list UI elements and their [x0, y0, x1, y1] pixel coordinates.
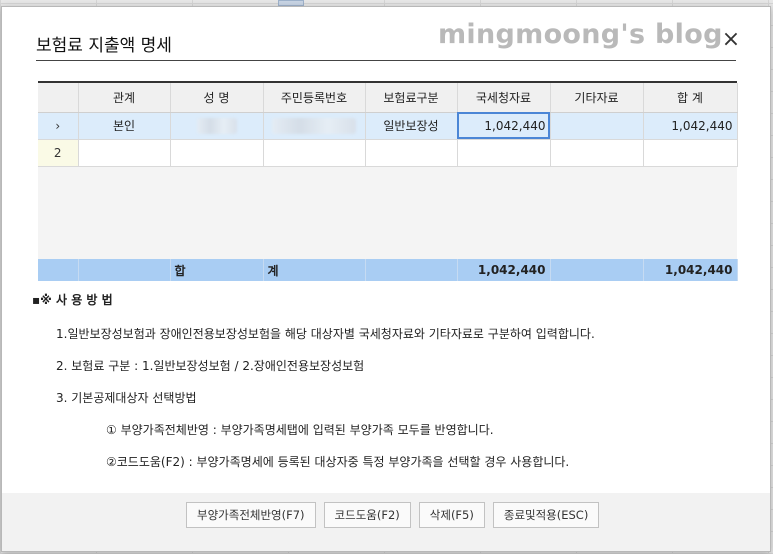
dialog-title: 보험료 지출액 명세	[36, 36, 172, 56]
totals-label-2: 계	[263, 259, 366, 281]
cell-relation[interactable]: 본인	[78, 112, 171, 140]
totals-spacer	[365, 259, 458, 281]
header-name[interactable]: 성 명	[170, 83, 264, 113]
delete-button[interactable]: 삭제(F5)	[418, 502, 485, 528]
header-id-number[interactable]: 주민등록번호	[263, 83, 366, 113]
notes-heading: ▪※ 사 용 방 법	[32, 293, 113, 307]
redacted-name	[196, 117, 237, 134]
code-help-button[interactable]: 코드도움(F2)	[323, 502, 411, 528]
row-number[interactable]: 2	[38, 139, 79, 167]
totals-spacer	[38, 259, 79, 281]
cell-other-data[interactable]	[550, 139, 644, 167]
totals-sum: 1,042,440	[643, 259, 738, 281]
table-row[interactable]: 2	[38, 139, 738, 167]
header-total[interactable]: 합 계	[643, 83, 738, 113]
header-relation[interactable]: 관계	[78, 83, 171, 113]
cell-total[interactable]	[643, 139, 738, 167]
redacted-id	[272, 117, 356, 134]
insurance-grid: 관계 성 명 주민등록번호 보험료구분 국세청자료 기타자료 합 계 › 본인 …	[38, 81, 738, 281]
cell-insurance-type[interactable]	[365, 139, 458, 167]
cell-nts-data[interactable]	[457, 139, 551, 167]
notes-line-4: ① 부양가족전체반영 : 부양가족명세탭에 입력된 부양가족 모두를 반영합니다…	[106, 423, 494, 437]
cell-relation[interactable]	[78, 139, 171, 167]
totals-row: 합 계 1,042,440 1,042,440	[38, 259, 738, 281]
watermark: mingmoong's blog	[438, 19, 723, 50]
notes-line-2: 2. 보험료 구분 : 1.일반보장성보험 / 2.장애인전용보장성보험	[56, 359, 365, 373]
notes-line-5: ②코드도움(F2) : 부양가족명세에 등록된 대상자중 특정 부양가족을 선택…	[106, 455, 570, 469]
cell-insurance-type[interactable]: 일반보장성	[365, 112, 458, 140]
cell-name[interactable]	[170, 139, 264, 167]
apply-close-button[interactable]: 종료및적용(ESC)	[492, 502, 600, 528]
totals-nts: 1,042,440	[457, 259, 551, 281]
totals-spacer	[550, 259, 644, 281]
notes-line-3: 3. 기본공제대상자 선택방법	[56, 391, 197, 405]
cell-other-data[interactable]	[550, 112, 644, 140]
cell-total[interactable]: 1,042,440	[643, 112, 738, 140]
close-icon[interactable]: ×	[720, 29, 742, 51]
header-other-data[interactable]: 기타자료	[550, 83, 644, 113]
action-buttons: 부양가족전체반영(F7) 코드도움(F2) 삭제(F5) 종료및적용(ESC)	[186, 502, 600, 528]
table-row[interactable]: › 본인 일반보장성 1,042,440 1,042,440	[38, 112, 738, 140]
totals-label-1: 합	[170, 259, 264, 281]
cell-nts-data[interactable]: 1,042,440	[457, 112, 551, 140]
row-marker-icon[interactable]: ›	[38, 112, 79, 140]
reflect-all-dependents-button[interactable]: 부양가족전체반영(F7)	[186, 502, 316, 528]
totals-spacer	[78, 259, 171, 281]
header-nts-data[interactable]: 국세청자료	[457, 83, 551, 113]
header-insurance-type[interactable]: 보험료구분	[365, 83, 458, 113]
insurance-expense-dialog: 보험료 지출액 명세 mingmoong's blog × 관계 성 명 주민등…	[1, 6, 771, 552]
corner-header	[38, 83, 79, 113]
title-divider	[36, 60, 736, 61]
notes-line-1: 1.일반보장성보험과 장애인전용보장성보험을 해당 대상자별 국세청자료와 기타…	[56, 327, 595, 341]
cell-id-number[interactable]	[263, 112, 366, 140]
cell-name[interactable]	[170, 112, 264, 140]
cell-id-number[interactable]	[263, 139, 366, 167]
